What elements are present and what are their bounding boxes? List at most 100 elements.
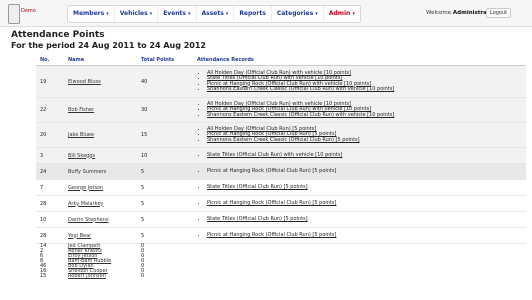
attendance-record-link[interactable]: State Titles (Official Club Run) [5 poin… bbox=[207, 216, 522, 222]
menu-events[interactable]: Events ▾ bbox=[158, 6, 197, 22]
attendance-records: Picnic at Hanging Rock (Official Club Ru… bbox=[193, 227, 526, 244]
table-row: 28Arky Malarkey5 Picnic at Hanging Rock (… bbox=[36, 195, 526, 212]
chevron-down-icon: ▾ bbox=[352, 11, 355, 17]
member-name-link[interactable]: Jake Bluee bbox=[64, 122, 137, 148]
column-header-attendance-records[interactable]: Attendance Records bbox=[193, 55, 526, 66]
total-points: 40 bbox=[137, 65, 193, 98]
attendance-record-list: All Holden Day (Official Club Run) with … bbox=[197, 70, 522, 92]
chevron-down-icon: ▾ bbox=[187, 11, 191, 17]
attendance-record-link[interactable]: Picnic at Hanging Rock (Official Club Ru… bbox=[207, 232, 522, 238]
member-number: 3 bbox=[36, 147, 64, 164]
attendance-record-list: State Titles (Official Club Run) [5 poin… bbox=[197, 184, 522, 190]
member-name-link[interactable]: Arky Malarkey bbox=[64, 195, 137, 212]
member-number: 28 bbox=[36, 195, 64, 212]
attendance-record-list: Picnic at Hanging Rock (Official Club Ru… bbox=[197, 200, 522, 206]
attendance-record-link[interactable]: State Titles (Official Club Run) [5 poin… bbox=[207, 184, 522, 190]
menu-events-label: Events bbox=[163, 10, 186, 17]
menu-categories-label: Categories bbox=[276, 10, 314, 17]
attendance-record-list: All Holden Day (Official Club Run) with … bbox=[197, 101, 522, 118]
attendance-records bbox=[193, 274, 526, 279]
total-points: 30 bbox=[137, 97, 193, 123]
menu-vehicles[interactable]: Vehicles ▾ bbox=[115, 6, 159, 22]
member-number: 20 bbox=[36, 122, 64, 148]
total-points: 15 bbox=[137, 122, 193, 148]
table-row: 3Bill Skeggs10 State Titles (Official Clu… bbox=[36, 147, 526, 164]
attendance-records: Picnic at Hanging Rock (Official Club Ru… bbox=[193, 163, 526, 180]
column-header-name[interactable]: Name bbox=[64, 55, 137, 66]
attendance-record-link[interactable]: Picnic at Hanging Rock (Official Club Ru… bbox=[207, 200, 522, 206]
column-header-total-points[interactable]: Total Points bbox=[137, 55, 193, 66]
member-number: 24 bbox=[36, 163, 64, 180]
attendance-record-list: All Holden Day (Official Club Run) [5 po… bbox=[197, 126, 522, 143]
menu-categories[interactable]: Categories ▾ bbox=[272, 6, 324, 22]
attendance-record-link[interactable]: Shannons Eastern Creek Classic (Official… bbox=[207, 112, 522, 118]
menu-reports-label: Reports bbox=[239, 10, 266, 17]
table-row: 24Buffy Summers5 Picnic at Hanging Rock (… bbox=[36, 163, 526, 180]
total-points: 5 bbox=[137, 227, 193, 244]
table-row: 10Darrin Stephens5 State Titles (Official… bbox=[36, 211, 526, 228]
logo-text: Demo bbox=[21, 8, 36, 14]
attendance-records: All Holden Day (Official Club Run) with … bbox=[193, 65, 526, 98]
member-name-link[interactable]: Buffy Summers bbox=[64, 163, 137, 180]
member-number: 19 bbox=[36, 65, 64, 98]
member-number: 28 bbox=[36, 227, 64, 244]
welcome-text: Welcome bbox=[426, 10, 452, 16]
menu-assets[interactable]: Assets ▾ bbox=[197, 6, 235, 22]
attendance-records: State Titles (Official Club Run) [5 poin… bbox=[193, 179, 526, 196]
table-row: 22Bob Fisher30All Holden Day (Official C… bbox=[36, 97, 526, 123]
table-row: 28Yogi Bear5 Picnic at Hanging Rock (Offi… bbox=[36, 227, 526, 244]
attendance-record-link[interactable]: State Titles (Official Club Run) with ve… bbox=[207, 152, 522, 158]
menu-vehicles-label: Vehicles bbox=[119, 10, 148, 17]
attendance-record-list: State Titles (Official Club Run) with ve… bbox=[197, 152, 522, 158]
member-name-link[interactable]: George Jetson bbox=[64, 179, 137, 196]
member-name-link[interactable]: Bob Fisher bbox=[64, 97, 137, 123]
member-name-link[interactable]: Elwood Bluss bbox=[64, 65, 137, 98]
member-name-link[interactable]: Robert Johnson bbox=[64, 274, 137, 279]
table-row: 20Jake Bluee15All Holden Day (Official C… bbox=[36, 122, 526, 148]
column-header-no[interactable]: No. bbox=[36, 55, 64, 66]
attendance-record-list: Picnic at Hanging Rock (Official Club Ru… bbox=[197, 168, 522, 174]
main-menu: Members ▾ Vehicles ▾ Events ▾ Assets ▾ Reports Ca… bbox=[67, 5, 361, 23]
attendance-records: Picnic at Hanging Rock (Official Club Ru… bbox=[193, 195, 526, 212]
attendance-record-link[interactable]: Shannons Eastern Creek Classic (Official… bbox=[207, 137, 522, 143]
total-points: 5 bbox=[137, 211, 193, 228]
logout-button[interactable]: Logout bbox=[486, 8, 512, 18]
attendance-records: All Holden Day (Official Club Run) [5 po… bbox=[193, 122, 526, 148]
top-navigation-bar: Demo Members ▾ Vehicles ▾ Events ▾ Assets ▾ Repo… bbox=[0, 0, 532, 27]
member-name-link[interactable]: Darrin Stephens bbox=[64, 211, 137, 228]
logo-figure-icon bbox=[8, 4, 20, 24]
page-title: Attendance Points bbox=[11, 30, 105, 40]
attendance-records: State Titles (Official Club Run) with ve… bbox=[193, 147, 526, 164]
app-logo[interactable]: Demo bbox=[6, 3, 40, 24]
menu-assets-label: Assets bbox=[201, 10, 224, 17]
table-row: 19Elwood Bluss40All Holden Day (Official… bbox=[36, 65, 526, 98]
chevron-down-icon: ▾ bbox=[106, 11, 109, 17]
member-name-link[interactable]: Bill Skeggs bbox=[64, 147, 137, 164]
total-points: 0 bbox=[141, 273, 145, 279]
chevron-down-icon: ▾ bbox=[315, 11, 318, 17]
attendance-record-list: Picnic at Hanging Rock (Official Club Ru… bbox=[197, 232, 522, 238]
total-points: 5 bbox=[137, 195, 193, 212]
member-number: 10 bbox=[36, 211, 64, 228]
attendance-record-list: State Titles (Official Club Run) [5 poin… bbox=[197, 216, 522, 222]
member-number: 7 bbox=[36, 179, 64, 196]
attendance-record-link: Picnic at Hanging Rock (Official Club Ru… bbox=[207, 168, 522, 174]
table-header-row: No. Name Total Points Attendance Records bbox=[36, 55, 526, 66]
menu-admin-label: Admin bbox=[328, 10, 351, 17]
attendance-records: State Titles (Official Club Run) [5 poin… bbox=[193, 211, 526, 228]
menu-admin[interactable]: Admin ▾ bbox=[324, 6, 360, 22]
total-points: 10 bbox=[137, 147, 193, 164]
table-row: 15 Robert Johnson 0 bbox=[36, 274, 526, 279]
attendance-record-link[interactable]: Shannons Eastern Creek Classic (Official… bbox=[207, 86, 522, 92]
page-subtitle: For the period 24 Aug 2011 to 24 Aug 201… bbox=[11, 41, 206, 50]
menu-members[interactable]: Members ▾ bbox=[68, 6, 115, 22]
member-number: 22 bbox=[36, 97, 64, 123]
member-name-link[interactable]: Yogi Bear bbox=[64, 227, 137, 244]
chevron-down-icon: ▾ bbox=[225, 11, 229, 17]
total-points: 5 bbox=[137, 163, 193, 180]
chevron-down-icon: ▾ bbox=[149, 11, 153, 17]
menu-reports[interactable]: Reports bbox=[234, 6, 272, 22]
menu-members-label: Members bbox=[73, 10, 105, 17]
attendance-records: All Holden Day (Official Club Run) with … bbox=[193, 97, 526, 123]
member-number: 15 bbox=[40, 273, 47, 279]
